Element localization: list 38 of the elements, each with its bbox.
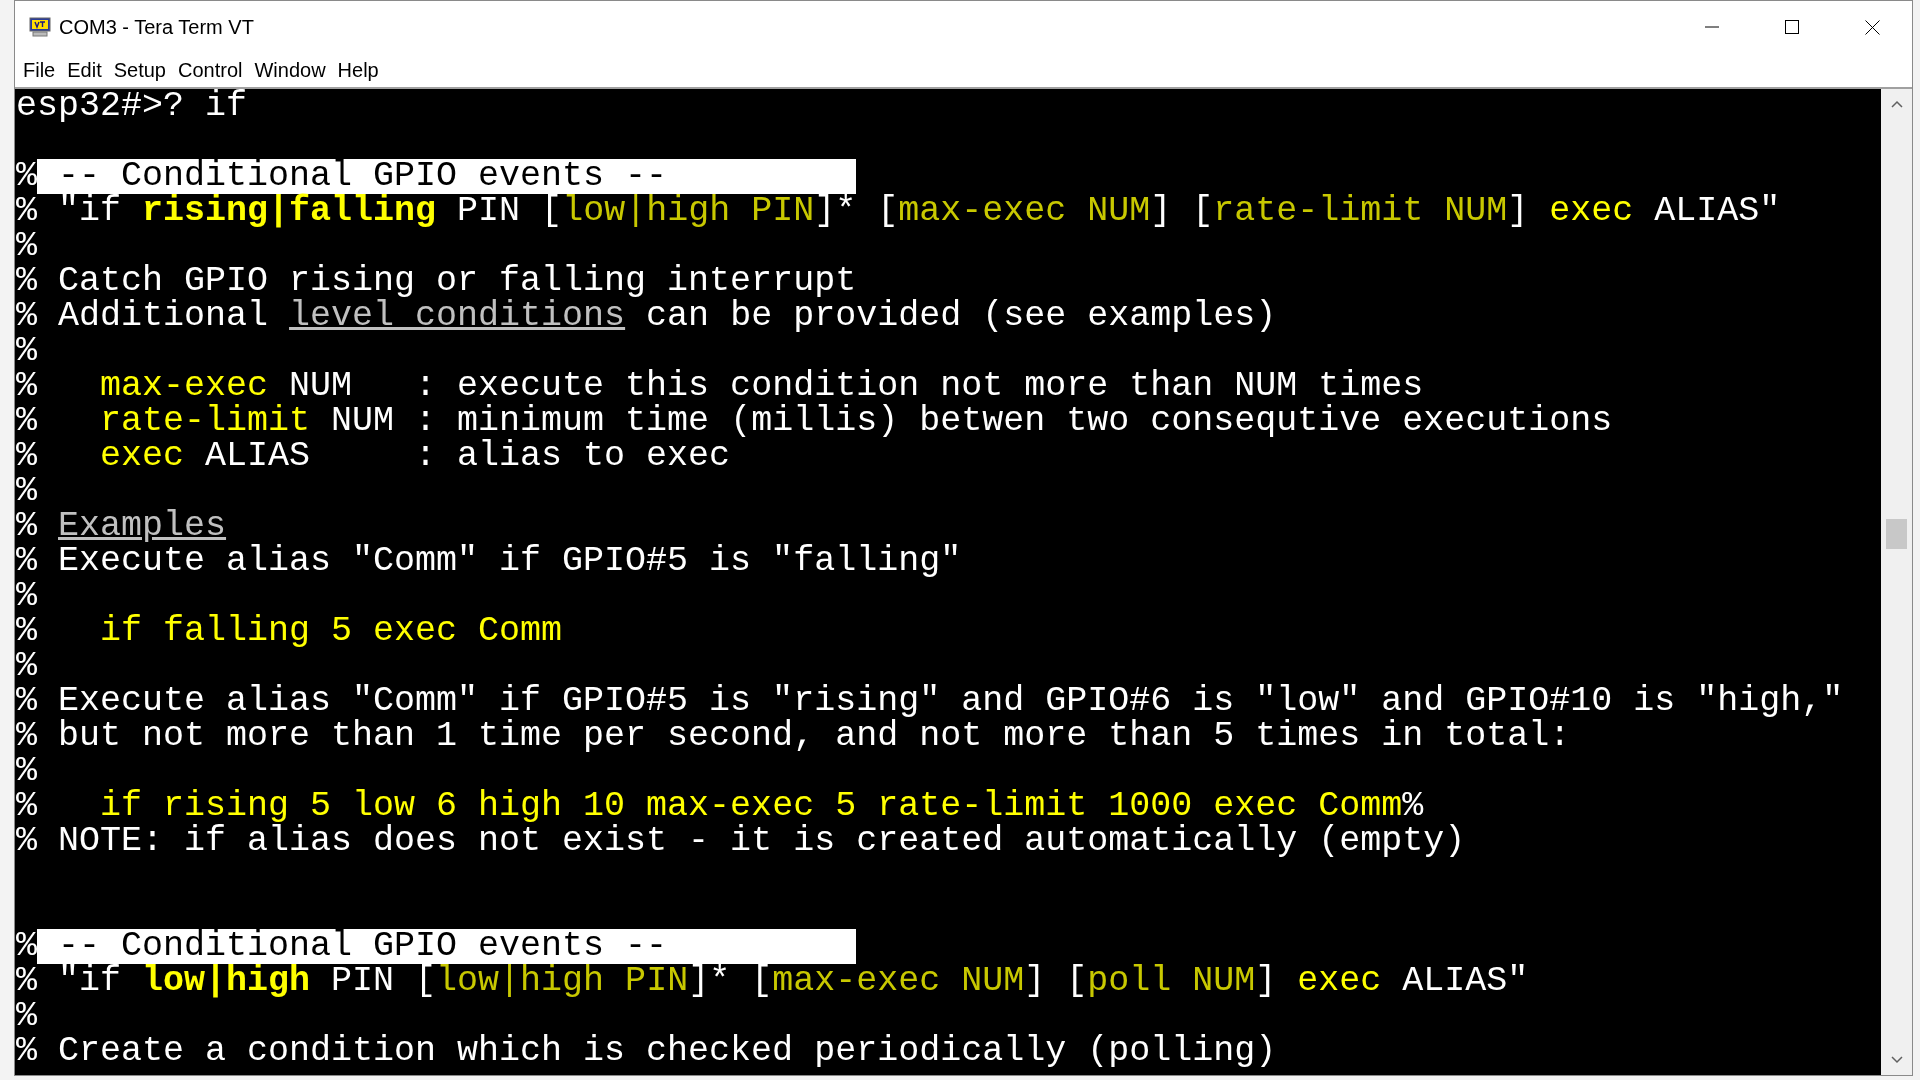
menu-item[interactable]: Setup (107, 56, 172, 84)
terminal-line: % (16, 999, 37, 1034)
terminal-line: % (16, 474, 37, 509)
terminal-line: % -- Conditional GPIO events -- (16, 929, 857, 964)
terminal-line: % Execute alias "Comm" if GPIO#5 is "falling" (16, 544, 962, 579)
terminal-line: % exec ALIAS : alias to exec (16, 439, 731, 474)
terminal-line: esp32#>? if (16, 89, 248, 124)
terminal-line: % "if low|high PIN [low|high PIN]* [max-exec NUM] [poll NUM] exec ALIAS" (16, 964, 1529, 999)
menu-item[interactable]: Control (171, 56, 249, 84)
terminal-screen[interactable] (15, 89, 1881, 1075)
terminal-line: % rate-limit NUM : minimum time (millis) betwen two consequtive executions (16, 404, 1613, 439)
terminal-line: % (16, 649, 37, 684)
terminal-line: % -- Conditional GPIO events -- (16, 159, 857, 194)
menu-item[interactable]: Window (248, 56, 332, 84)
scrollbar[interactable] (1881, 89, 1912, 1075)
menu-item[interactable]: File (17, 56, 62, 84)
close-icon[interactable] (1864, 19, 1880, 35)
terminal-line: % (16, 754, 37, 789)
menu-item[interactable]: Edit (61, 56, 108, 84)
menu-item[interactable]: Help (331, 56, 385, 84)
scrollbar-thumb[interactable] (1886, 519, 1907, 549)
terminal-line: % NOTE: if alias does not exist - it is created automatically (empty) (16, 824, 1466, 859)
terminal-line: % Additional level conditions can be provided (see examples) (16, 299, 1277, 334)
terminal-line: % Create a condition which is checked periodically (polling) (16, 1034, 1277, 1069)
terminal-line: % but not more than 1 time per second, and not more than 5 times in total: (16, 719, 1571, 754)
terminal-line: % "if rising|falling PIN [low|high PIN]* [max-exec NUM] [rate-limit NUM] exec ALIAS" (16, 194, 1781, 229)
terminal-line: % if rising 5 low 6 high 10 max-exec 5 rate-limit 1000 exec Comm% (16, 789, 1424, 824)
terminal-line: % if falling 5 exec Comm (16, 614, 563, 649)
app-icon (29, 17, 51, 37)
terminal-line: % (16, 334, 37, 369)
terminal-line: % max-exec NUM : execute this condition not more than NUM times (16, 369, 1424, 404)
terminal-line: % (16, 229, 37, 264)
terminal-line: % Catch GPIO rising or falling interrupt (16, 264, 857, 299)
terminal-line: % (16, 579, 37, 614)
terminal-line: % Execute alias "Comm" if GPIO#5 is "rising" and GPIO#6 is "low" and GPIO#10 is "high," (16, 684, 1844, 719)
maximize-icon[interactable] (1785, 20, 1799, 34)
window-title: COM3 - Tera Term VT (59, 15, 254, 39)
terminal-line: % Examples (16, 509, 227, 544)
